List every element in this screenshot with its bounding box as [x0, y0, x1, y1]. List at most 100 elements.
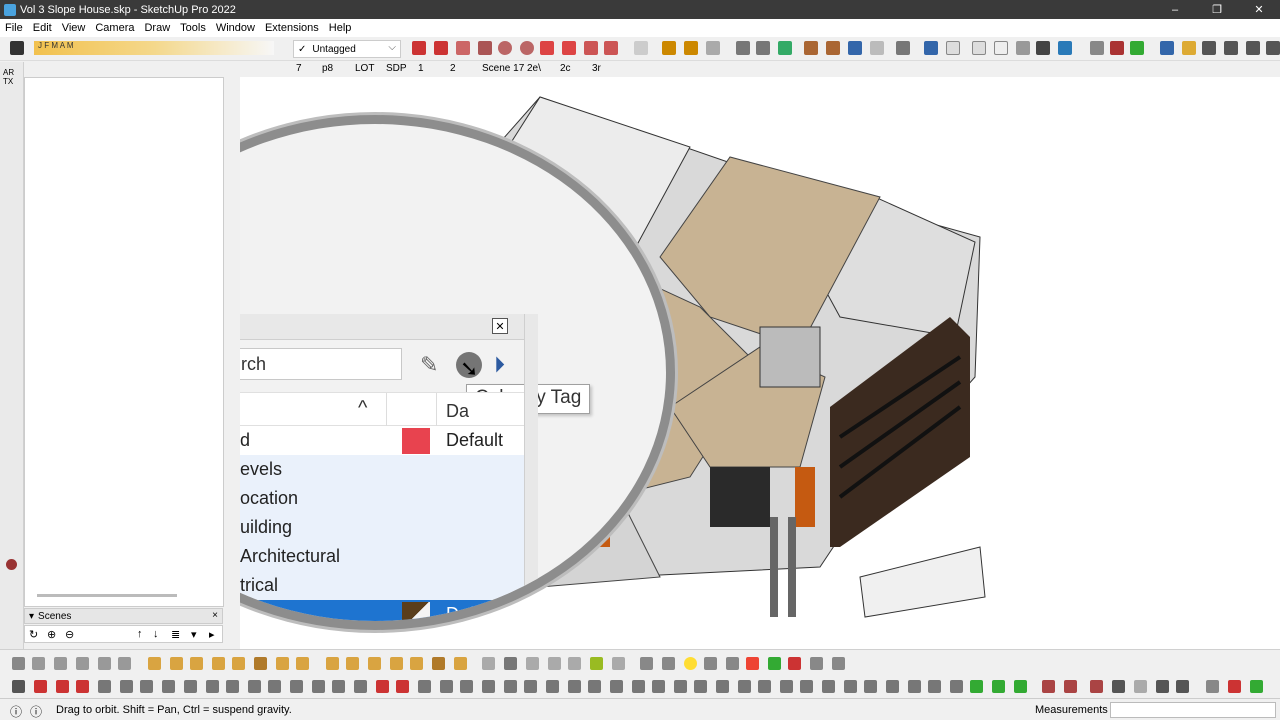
tag-row-untagged[interactable]: d Default [240, 426, 524, 455]
extension-tool-icon[interactable] [76, 657, 89, 670]
extension-tool-icon[interactable] [410, 657, 423, 670]
offset-icon[interactable] [848, 41, 862, 55]
extension-tool-icon[interactable] [268, 680, 281, 693]
extension-tool-icon[interactable] [354, 680, 367, 693]
scale-icon[interactable] [896, 41, 910, 55]
model-viewport[interactable]: ✕ rch ✎ ➘ ⏵ Color by Tag ^ Da d Default … [240, 77, 1280, 649]
extension-tool-icon[interactable] [290, 680, 303, 693]
protractor-icon[interactable] [706, 41, 720, 55]
extension-tool-icon[interactable] [704, 657, 717, 670]
tags-search-input[interactable]: rch [240, 348, 402, 380]
paint-bucket-icon[interactable] [10, 41, 24, 55]
menu-window[interactable]: Window [211, 22, 260, 34]
three-point-arc-icon[interactable] [584, 41, 598, 55]
extension-tool-icon[interactable] [548, 657, 561, 670]
extension-tool-icon[interactable] [970, 680, 983, 693]
tag-row-location[interactable]: ocation [240, 484, 524, 513]
xray-icon[interactable] [924, 41, 938, 55]
extension-tool-icon[interactable] [396, 680, 409, 693]
move-scene-down-icon[interactable]: ↓ [153, 628, 159, 640]
scene-tab[interactable]: 2e\ [527, 63, 541, 74]
extension-tool-icon[interactable] [758, 680, 771, 693]
extension-tool-icon[interactable] [1206, 680, 1219, 693]
scene-tab[interactable]: 1 [418, 63, 424, 74]
menu-tools[interactable]: Tools [175, 22, 211, 34]
extension-tool-icon[interactable] [800, 680, 813, 693]
extension-tool-icon[interactable] [1176, 680, 1189, 693]
fire-icon[interactable] [746, 657, 759, 670]
zoom-icon[interactable] [1202, 41, 1216, 55]
menu-edit[interactable]: Edit [28, 22, 57, 34]
scenes-close-button[interactable]: × [212, 610, 218, 621]
extension-tool-icon[interactable] [206, 680, 219, 693]
dimension-icon[interactable] [684, 41, 698, 55]
previous-view-icon[interactable] [1266, 41, 1280, 55]
tags-dialog-close-button[interactable]: ✕ [492, 318, 508, 334]
extension-tool-icon[interactable] [908, 680, 921, 693]
tag-color-swatch[interactable] [402, 428, 430, 454]
monochrome-icon[interactable] [1058, 41, 1072, 55]
arc-icon[interactable] [540, 41, 554, 55]
extension-tool-icon[interactable] [674, 680, 687, 693]
geolocation-icon[interactable]: ⓘ [10, 703, 22, 720]
rectangle-icon[interactable] [456, 41, 470, 55]
extension-tool-icon[interactable] [54, 657, 67, 670]
extension-tool-icon[interactable] [788, 657, 801, 670]
extension-tool-icon[interactable] [844, 680, 857, 693]
text-tool-icon[interactable] [736, 41, 750, 55]
tag-row-levels[interactable]: evels [240, 455, 524, 484]
hand-pan-icon[interactable] [1182, 41, 1196, 55]
two-point-arc-icon[interactable] [562, 41, 576, 55]
rotated-rectangle-icon[interactable] [478, 41, 492, 55]
extension-tool-icon[interactable] [524, 680, 537, 693]
remove-scene-icon[interactable]: ⊖ [65, 628, 74, 641]
extension-tool-icon[interactable] [864, 680, 877, 693]
extension-tool-icon[interactable] [368, 657, 381, 670]
extension-tool-icon[interactable] [832, 657, 845, 670]
extension-tool-icon[interactable] [1156, 680, 1169, 693]
extension-tool-icon[interactable] [610, 680, 623, 693]
circle-icon[interactable] [498, 41, 512, 55]
menu-draw[interactable]: Draw [139, 22, 175, 34]
extension-tool-icon[interactable] [12, 657, 25, 670]
tag-dashes-value[interactable]: Default [446, 430, 503, 451]
extension-tool-icon[interactable] [738, 680, 751, 693]
extension-tool-icon[interactable] [810, 657, 823, 670]
components-icon[interactable] [1110, 41, 1124, 55]
extension-tool-icon[interactable] [1042, 680, 1055, 693]
light-bulb-icon[interactable] [684, 657, 697, 670]
hidden-line-icon[interactable] [994, 41, 1008, 55]
extension-tool-icon[interactable] [504, 657, 517, 670]
push-pull-icon[interactable] [804, 41, 818, 55]
extension-tool-icon[interactable] [950, 680, 963, 693]
measurements-input[interactable] [1110, 702, 1276, 718]
extension-tool-icon[interactable] [418, 680, 431, 693]
move-scene-up-icon[interactable]: ↑ [137, 628, 143, 640]
extension-tool-icon[interactable] [568, 680, 581, 693]
extension-tool-icon[interactable] [928, 680, 941, 693]
scene-tab[interactable]: p8 [322, 63, 333, 74]
extension-tool-icon[interactable] [652, 680, 665, 693]
extension-tool-icon[interactable] [992, 680, 1005, 693]
line-tool-icon[interactable] [412, 41, 426, 55]
extension-tool-icon[interactable] [190, 657, 203, 670]
extension-tool-icon[interactable] [822, 680, 835, 693]
extension-tool-icon[interactable] [590, 657, 603, 670]
extension-tool-icon[interactable] [56, 680, 69, 693]
extension-tool-icon[interactable] [1014, 680, 1027, 693]
extension-tool-icon[interactable] [184, 680, 197, 693]
ar-text-icon[interactable]: AR TX [3, 68, 23, 86]
scene-tab[interactable]: 3r [592, 63, 601, 74]
menu-extensions[interactable]: Extensions [260, 22, 324, 34]
add-scene-icon[interactable]: ⊕ [47, 628, 56, 641]
extension-tool-icon[interactable] [1228, 680, 1241, 693]
scene-tab[interactable]: 7 [296, 63, 302, 74]
follow-me-icon[interactable] [826, 41, 840, 55]
extension-tool-icon[interactable] [326, 657, 339, 670]
menu-view[interactable]: View [57, 22, 91, 34]
extension-tool-icon[interactable] [76, 680, 89, 693]
extension-tool-icon[interactable] [768, 657, 781, 670]
extension-tool-icon[interactable] [1090, 680, 1103, 693]
extension-tool-icon[interactable] [98, 657, 111, 670]
extension-tool-icon[interactable] [120, 680, 133, 693]
